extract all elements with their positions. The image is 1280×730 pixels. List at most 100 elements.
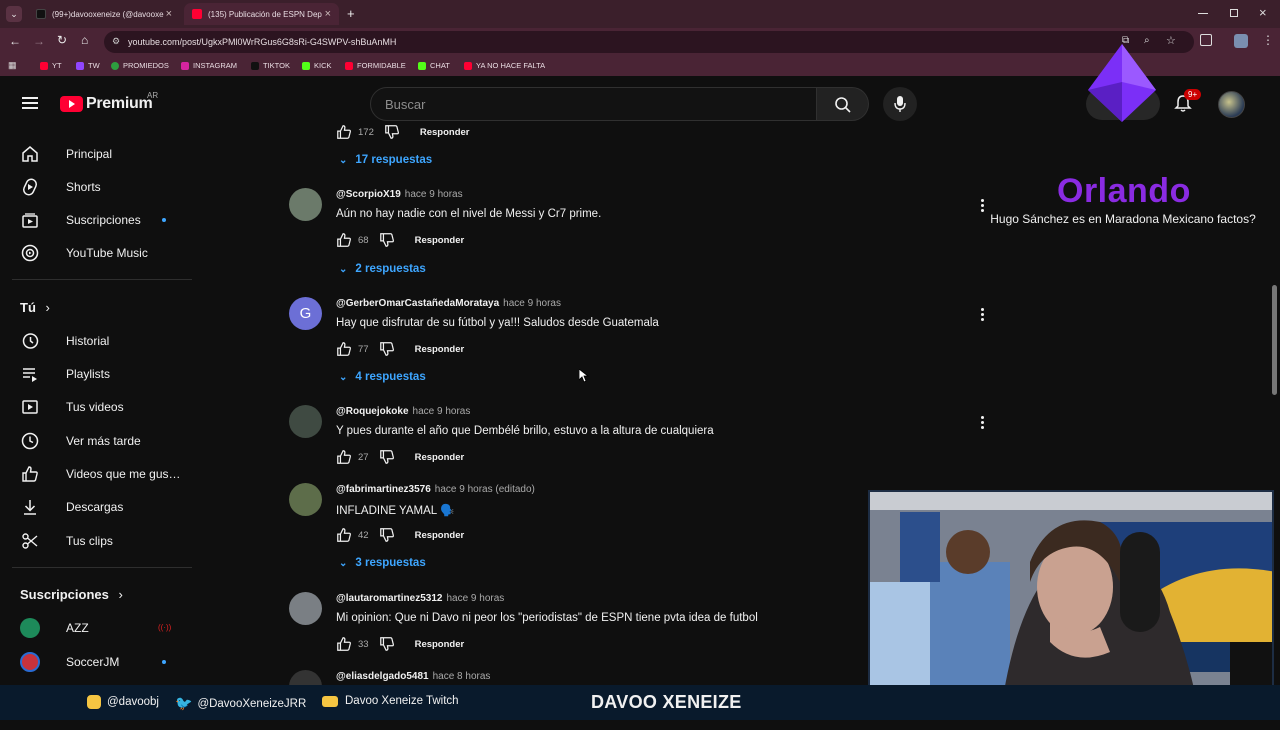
playlists-icon <box>18 362 42 386</box>
youtube-logo[interactable]: Premium <box>60 95 153 113</box>
sidebar-item-suscripciones[interactable]: Suscripciones <box>12 204 192 236</box>
reply-button[interactable]: Responder <box>420 127 470 138</box>
notifications-button[interactable]: 9+ <box>1172 89 1202 115</box>
commenter-avatar[interactable] <box>289 188 322 221</box>
tab-1[interactable]: (99+)davooxeneize (@davooxe × <box>28 3 180 25</box>
comment-author-line: @Roquejokoke hace 9 horas <box>336 406 470 417</box>
bookmark-chat[interactable]: CHAT <box>418 61 450 70</box>
view-replies-button[interactable]: ⌄ 3 respuestas <box>339 557 426 569</box>
commenter-avatar[interactable] <box>289 592 322 625</box>
hamburger-menu-icon[interactable] <box>22 97 38 109</box>
site-info-icon[interactable]: ⚙ <box>112 36 120 47</box>
search-input[interactable]: Buscar <box>370 87 817 121</box>
dislike-icon[interactable] <box>379 341 395 357</box>
reload-icon[interactable]: ↻ <box>57 33 67 47</box>
commenter-avatar[interactable] <box>289 405 322 438</box>
sidebar-item-playlists[interactable]: Playlists <box>12 358 192 390</box>
sidebar-sub-soccerjm[interactable]: SoccerJM <box>12 646 192 678</box>
dislike-icon[interactable] <box>379 449 395 465</box>
sidebar-sub-azz[interactable]: AZZ ((·)) <box>12 612 192 644</box>
view-replies-button[interactable]: ⌄ 4 respuestas <box>339 371 426 383</box>
comment-time[interactable]: hace 9 horas <box>405 189 463 200</box>
bookmark-yt[interactable]: YT <box>40 61 62 70</box>
comment-menu-icon[interactable] <box>978 415 986 431</box>
reply-button[interactable]: Responder <box>415 235 465 246</box>
bookmark-tiktok[interactable]: TIKTOK <box>251 61 290 70</box>
minimize-icon[interactable] <box>1198 13 1208 14</box>
forward-icon[interactable]: → <box>33 34 45 48</box>
comment-menu-icon[interactable] <box>978 307 986 323</box>
search-button[interactable] <box>817 87 869 121</box>
commenter-avatar[interactable] <box>289 483 322 516</box>
like-icon[interactable] <box>336 341 352 357</box>
bookmark-ya-no-hace-falta[interactable]: YA NO HACE FALTA <box>464 61 545 70</box>
comment-author[interactable]: @lautaromartinez5312 <box>336 593 442 604</box>
sidebar-item-principal[interactable]: Principal <box>12 138 192 170</box>
restore-icon[interactable] <box>1230 9 1238 17</box>
sidebar-item-youtube-music[interactable]: YouTube Music <box>12 237 192 269</box>
extensions-icon[interactable] <box>1200 34 1212 46</box>
menu-icon[interactable]: ⋮ <box>1262 33 1274 47</box>
sidebar-item-tus-clips[interactable]: Tus clips <box>12 525 192 557</box>
instagram-icon <box>87 695 101 709</box>
bookmark-kick[interactable]: KICK <box>302 61 332 70</box>
dislike-icon[interactable] <box>379 636 395 652</box>
bookmark-promiedos[interactable]: PROMIEDOS <box>111 61 169 70</box>
comment-time[interactable]: hace 9 horas <box>503 298 561 309</box>
reply-button[interactable]: Responder <box>415 452 465 463</box>
like-icon[interactable] <box>336 232 352 248</box>
comment-time[interactable]: hace 8 horas <box>433 671 491 682</box>
comment-time[interactable]: hace 9 horas <box>413 406 471 417</box>
bookmark-star-icon[interactable]: ☆ <box>1166 34 1176 47</box>
view-replies-button[interactable]: ⌄ 17 respuestas <box>339 154 432 166</box>
account-avatar[interactable] <box>1218 91 1245 118</box>
sidebar-item-ver-mas-tarde[interactable]: Ver más tarde <box>12 425 192 457</box>
reply-button[interactable]: Responder <box>415 639 465 650</box>
sidebar-you-header[interactable]: Tú › <box>20 300 50 315</box>
like-icon[interactable] <box>336 449 352 465</box>
comment-author[interactable]: @ScorpioX19 <box>336 189 401 200</box>
voice-search-button[interactable] <box>883 87 917 121</box>
dislike-icon[interactable] <box>379 232 395 248</box>
home-browser-icon[interactable]: ⌂ <box>81 33 88 47</box>
sidebar-item-shorts[interactable]: Shorts <box>12 171 192 203</box>
reply-button[interactable]: Responder <box>415 530 465 541</box>
tab-search-button[interactable]: ⌄ <box>6 6 22 22</box>
bookmark-tw[interactable]: TW <box>76 61 100 70</box>
apps-icon[interactable]: ▦ <box>8 60 17 71</box>
view-replies-button[interactable]: ⌄ 2 respuestas <box>339 263 426 275</box>
sidebar-item-historial[interactable]: Historial <box>12 325 192 357</box>
like-icon[interactable] <box>336 124 352 140</box>
like-icon[interactable] <box>336 636 352 652</box>
commenter-avatar[interactable]: G <box>289 297 322 330</box>
bookmark-instagram[interactable]: INSTAGRAM <box>181 61 237 70</box>
your-videos-icon <box>18 395 42 419</box>
close-icon[interactable]: × <box>166 8 172 20</box>
youtube-icon <box>192 9 202 19</box>
comment-author[interactable]: @fabrimartinez3576 <box>336 484 431 495</box>
back-icon[interactable]: ← <box>9 34 21 48</box>
close-icon[interactable]: × <box>325 8 331 20</box>
profile-icon[interactable] <box>1234 34 1248 48</box>
comment-menu-icon[interactable] <box>978 198 986 214</box>
sidebar-item-descargas[interactable]: Descargas <box>12 491 192 523</box>
address-bar[interactable]: ⚙ youtube.com/post/UgkxPMl0WrRGus6G8sRi-… <box>104 31 1194 53</box>
tab-2-active[interactable]: (135) Publicación de ESPN Dep × <box>184 3 339 25</box>
reply-button[interactable]: Responder <box>415 344 465 355</box>
sidebar-item-tus-videos[interactable]: Tus videos <box>12 391 192 423</box>
dislike-icon[interactable] <box>384 124 400 140</box>
comment-author[interactable]: @GerberOmarCastañedaMorataya <box>336 298 499 309</box>
sidebar-subscriptions-header[interactable]: Suscripciones › <box>20 587 123 602</box>
comment-author[interactable]: @Roquejokoke <box>336 406 409 417</box>
dislike-icon[interactable] <box>379 527 395 543</box>
like-icon[interactable] <box>336 527 352 543</box>
close-window-icon[interactable]: × <box>1259 5 1267 20</box>
comment-text: Aún no hay nadie con el nivel de Messi y… <box>336 208 602 220</box>
comment-author[interactable]: @eliasdelgado5481 <box>336 671 429 682</box>
comment-time[interactable]: hace 9 horas (editado) <box>435 484 535 495</box>
bookmark-formidable[interactable]: FORMIDABLE <box>345 61 406 70</box>
sidebar-item-videos-que-me-gustan[interactable]: Videos que me gus… <box>12 458 192 490</box>
comment-time[interactable]: hace 9 horas <box>446 593 504 604</box>
new-tab-button[interactable]: + <box>347 6 355 21</box>
scrollbar-thumb[interactable] <box>1272 285 1277 395</box>
